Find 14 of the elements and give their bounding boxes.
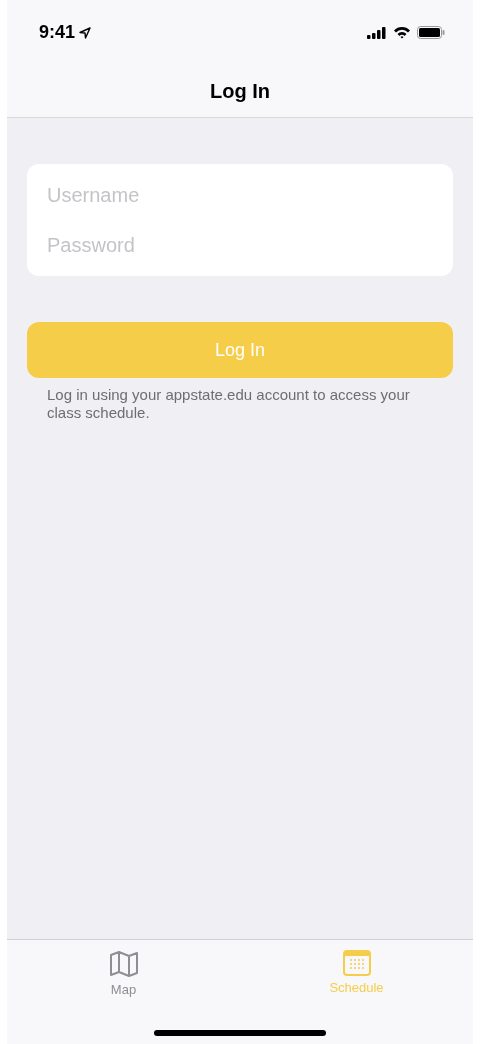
help-text: Log in using your appstate.edu account to access your class schedule. [47,386,411,422]
input-field[interactable]: Username [27,164,453,220]
map-icon [108,950,139,978]
status-time: 9:41 [39,22,76,43]
wifi-icon [393,26,411,39]
location-arrow-icon [79,26,92,39]
tab-item[interactable]: Schedule [240,950,473,997]
tab-item[interactable]: Map [7,950,240,997]
input-field[interactable]: Password [27,220,453,276]
page-title: Log In [210,79,270,103]
calendar-icon [342,950,371,976]
login-button[interactable]: Log In [27,322,453,378]
signal-icon [367,26,387,39]
battery-icon [417,26,445,39]
